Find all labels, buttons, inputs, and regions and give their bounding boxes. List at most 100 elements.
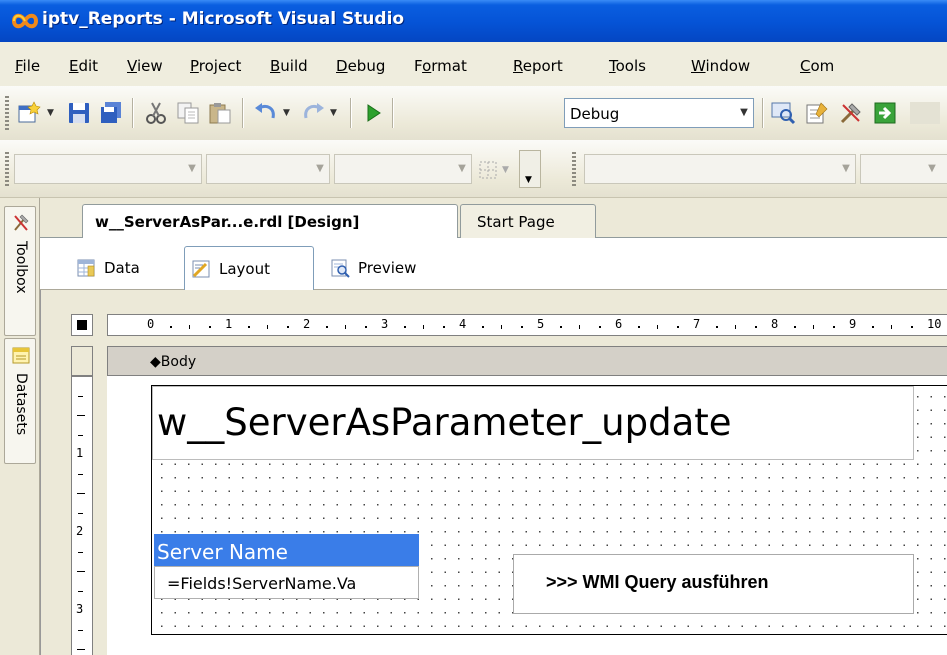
menu-edit[interactable]: Edit (69, 57, 98, 75)
menu-bar: File Edit View Project Build Debug Forma… (0, 42, 947, 86)
toolbox-icon (14, 214, 29, 231)
datasets-tab[interactable]: Datasets (4, 338, 36, 464)
toolbar-separator (762, 98, 763, 128)
new-project-dropdown-icon[interactable]: ▼ (47, 108, 54, 118)
redo-icon[interactable] (300, 100, 326, 126)
menu-report[interactable]: Report (513, 57, 563, 75)
server-name-header-text: Server Name (157, 540, 288, 564)
save-icon[interactable] (66, 100, 92, 126)
menu-project[interactable]: Project (190, 57, 241, 75)
chevron-down-icon[interactable]: ▼ (453, 155, 471, 183)
toolbar-separator (132, 98, 133, 128)
ruler-dot (754, 326, 757, 328)
copy-icon[interactable] (175, 100, 201, 126)
object-browser-icon[interactable] (872, 100, 898, 126)
ruler-number: 3 (381, 317, 389, 331)
ruler-dot (910, 326, 913, 328)
cut-icon[interactable] (143, 100, 169, 126)
server-name-field-cell[interactable]: =Fields!ServerName.Va (154, 566, 419, 599)
menu-view[interactable]: View (127, 57, 163, 75)
ruler-tick (77, 571, 85, 572)
border-icon[interactable] (478, 160, 498, 180)
vertical-ruler: 1 2 3 (71, 376, 93, 655)
undo-dropdown-icon[interactable]: ▼ (283, 108, 290, 118)
report-title-textbox[interactable]: w__ServerAsParameter_update (152, 386, 914, 460)
font-combo[interactable]: ▼ (206, 154, 330, 184)
find-in-files-icon[interactable] (770, 100, 796, 126)
report-design-surface: 0 1 2 3 4 5 6 7 8 9 10 1 2 3 ◆Body w__ServerAsParame… (40, 290, 947, 655)
menu-build[interactable]: Build (270, 57, 308, 75)
ruler-tick (78, 473, 83, 475)
menu-file[interactable]: File (15, 57, 40, 75)
wmi-query-text: >>> WMI Query ausführen (546, 572, 769, 592)
properties-icon[interactable] (804, 100, 830, 126)
toolbar-grip[interactable] (5, 96, 9, 130)
menu-tools[interactable]: Tools (609, 57, 646, 75)
layout-tab-icon (192, 260, 210, 278)
start-debug-icon[interactable] (360, 100, 386, 126)
menu-debug[interactable]: Debug (336, 57, 385, 75)
menu-community[interactable]: Com (800, 57, 834, 75)
ruler-dot (403, 326, 406, 328)
toolbox-tab[interactable]: Toolbox (4, 206, 36, 336)
toolbox-label: Toolbox (13, 241, 29, 294)
body-section-bar[interactable]: ◆Body (107, 346, 947, 376)
tab-start-page[interactable]: Start Page (460, 204, 596, 238)
solution-configuration-combo[interactable]: Debug ▼ (564, 98, 754, 128)
chevron-down-icon[interactable]: ▼ (837, 155, 855, 183)
undo-icon[interactable] (253, 100, 279, 126)
toolbar-separator (242, 98, 243, 128)
ruler-number: 4 (459, 317, 467, 331)
ruler-tick (77, 493, 85, 494)
tab-layout[interactable]: Layout (184, 246, 314, 290)
tab-data[interactable]: Data (70, 246, 174, 290)
toolbox-icon[interactable] (838, 100, 864, 126)
tab-report-design[interactable]: w__ServerAsPar...e.rdl [Design] (82, 204, 458, 239)
server-name-field-expression: =Fields!ServerName.Va (167, 574, 357, 593)
tab-preview[interactable]: Preview (324, 246, 454, 290)
tab-preview-label: Preview (358, 259, 417, 277)
toolbar-separator (392, 98, 393, 128)
menu-window[interactable]: Window (691, 57, 750, 75)
paste-icon[interactable] (207, 100, 233, 126)
chevron-down-icon[interactable]: ▼ (735, 99, 753, 127)
ruler-corner-select-all[interactable] (71, 314, 93, 336)
ruler-tick (77, 415, 85, 416)
ruler-dot (208, 326, 211, 328)
toolbar-grip[interactable] (572, 152, 576, 186)
toolbar-overflow[interactable] (910, 102, 940, 124)
datasets-icon (12, 347, 30, 364)
window-title: iptv_Reports - Microsoft Visual Studio (42, 9, 405, 29)
ruler-tick (345, 325, 346, 329)
layout-combo-1[interactable]: ▼ (584, 154, 856, 184)
body-section-label: ◆Body (150, 354, 197, 370)
layout-combo-2[interactable]: ▼ (860, 154, 947, 184)
report-canvas: w__ServerAsParameter_update Server Name … (107, 376, 947, 655)
toolbar-options-button[interactable]: ▼ (519, 150, 541, 188)
report-body[interactable]: w__ServerAsParameter_update Server Name … (151, 385, 947, 635)
ruler-tick (78, 629, 83, 631)
save-all-icon[interactable] (98, 100, 124, 126)
wmi-query-textbox[interactable]: >>> WMI Query ausführen (513, 554, 914, 614)
tab-data-label: Data (104, 259, 140, 277)
menu-format[interactable]: Format (414, 57, 467, 75)
chevron-down-icon[interactable]: ▼ (311, 155, 329, 183)
toolbar-grip[interactable] (5, 152, 9, 186)
document-tab-strip: w__ServerAsPar...e.rdl [Design] Start Pa… (40, 198, 947, 239)
ruler-tick (78, 512, 83, 514)
ruler-dot (832, 326, 835, 328)
new-project-icon[interactable] (16, 100, 42, 126)
ruler-tick (267, 325, 268, 329)
ruler-number: 2 (303, 317, 311, 331)
chevron-down-icon[interactable]: ▼ (923, 155, 941, 183)
chevron-down-icon[interactable]: ▼ (183, 155, 201, 183)
visual-studio-logo-icon (12, 13, 38, 29)
data-tab-icon (77, 259, 95, 277)
style-combo[interactable]: ▼ (14, 154, 202, 184)
redo-dropdown-icon[interactable]: ▼ (330, 108, 337, 118)
standard-toolbar: ▼ ▼ ▼ Debug ▼ (0, 86, 947, 140)
border-dropdown-icon[interactable]: ▼ (502, 165, 509, 175)
ruler-dot (598, 326, 601, 328)
server-name-header-cell[interactable]: Server Name (154, 534, 419, 566)
font-size-combo[interactable]: ▼ (334, 154, 472, 184)
